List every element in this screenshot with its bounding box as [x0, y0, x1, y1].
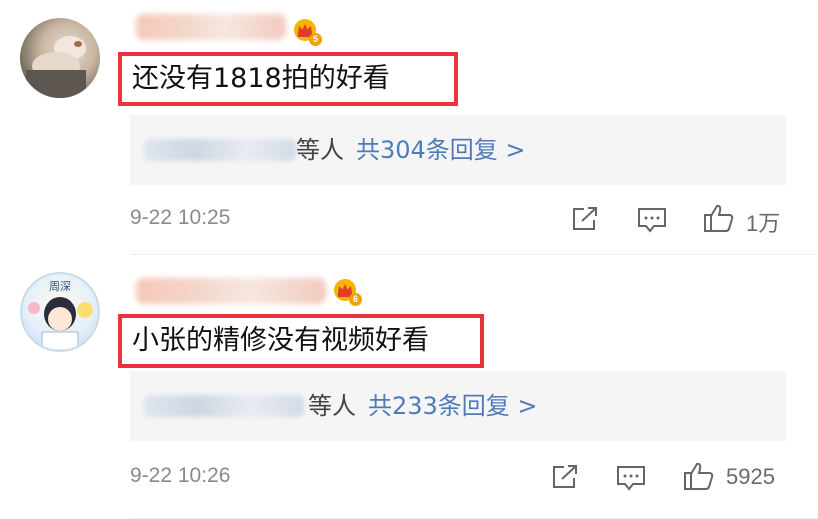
- avatar[interactable]: 周深: [20, 272, 100, 352]
- reply-users-blurred: [144, 139, 296, 161]
- like-count: 1万: [746, 211, 781, 236]
- comment-icon: [617, 466, 645, 491]
- avatar-photo: [26, 36, 86, 98]
- share-button[interactable]: [568, 204, 602, 234]
- like-button[interactable]: [682, 460, 716, 490]
- share-button[interactable]: [548, 462, 582, 492]
- comment-button[interactable]: [635, 205, 669, 235]
- comment-text: 还没有1818拍的好看: [118, 52, 458, 106]
- thumbs-up-icon: [704, 204, 734, 232]
- share-icon: [573, 207, 597, 230]
- like-count: 5925: [726, 464, 775, 489]
- thumbs-up-icon: [684, 462, 714, 490]
- reply-count-link[interactable]: 共233条回复 >: [368, 392, 538, 420]
- like-button[interactable]: [702, 202, 736, 232]
- divider: [130, 254, 818, 255]
- badge-level: 5: [309, 33, 322, 46]
- timestamp: 9-22 10:25: [130, 206, 231, 229]
- member-badge: 6: [332, 278, 362, 306]
- timestamp: 9-22 10:26: [130, 464, 231, 487]
- comment-item: 5 还没有1818拍的好看 等人 共304条回复 > 9-22 10:25 1万: [0, 0, 818, 255]
- comment-icon: [638, 208, 666, 233]
- reply-summary[interactable]: 等人 共233条回复 >: [130, 371, 786, 441]
- comment-text: 小张的精修没有视频好看: [118, 314, 484, 368]
- comment-button[interactable]: [614, 463, 648, 493]
- reply-count-link[interactable]: 共304条回复 >: [356, 136, 526, 164]
- reply-users-blurred: [144, 395, 304, 417]
- member-badge: 5: [292, 18, 322, 46]
- avatar-label: 周深: [49, 280, 71, 293]
- reply-suffix: 等人: [308, 392, 356, 420]
- reply-suffix: 等人: [296, 136, 344, 164]
- badge-level: 6: [349, 293, 362, 306]
- username-blurred[interactable]: [136, 14, 286, 40]
- comment-item: 周深 6 小张的精修没有视频好看 等人共233条回复 > 9-22 10:26: [0, 258, 818, 519]
- reply-line: 等人 共304条回复 >: [296, 133, 526, 167]
- share-icon: [553, 465, 577, 488]
- username-blurred[interactable]: [136, 278, 326, 304]
- reply-line: 等人 共233条回复 >: [308, 389, 538, 423]
- reply-summary[interactable]: 等人 共304条回复 >: [130, 115, 786, 185]
- avatar-illustration: 周深: [28, 280, 93, 350]
- avatar[interactable]: [20, 18, 100, 98]
